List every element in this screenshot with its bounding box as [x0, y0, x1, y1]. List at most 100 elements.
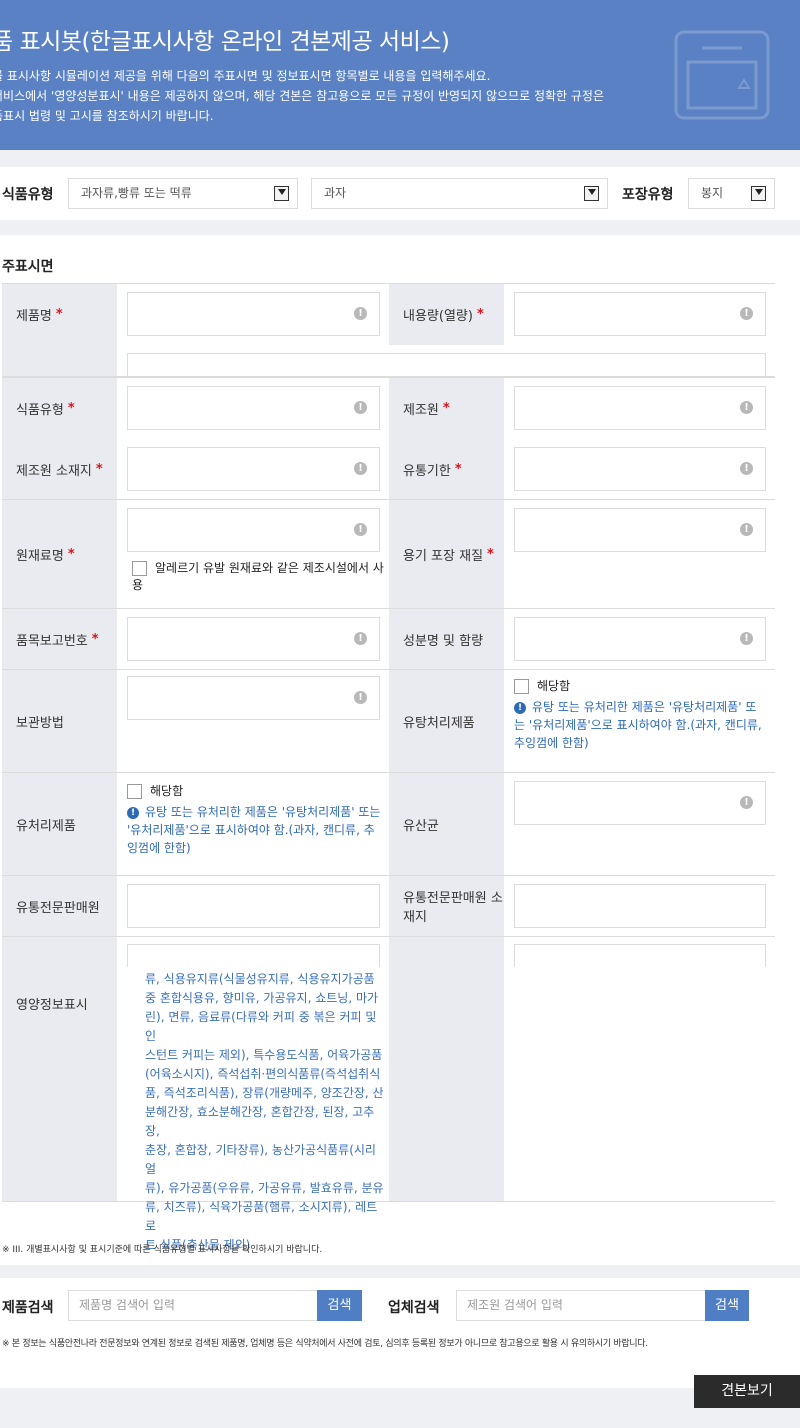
- allergy-checkbox-label: 알레르기 유발 원재료와 같은 제조시설에서 사용: [132, 561, 384, 592]
- lactic-label: 유산균: [389, 773, 504, 875]
- partial-input[interactable]: [127, 944, 380, 967]
- package-type-label: 포장유형: [622, 187, 674, 203]
- label-text: 제조원: [403, 403, 439, 418]
- exclamation-icon: !: [740, 307, 753, 320]
- required-mark: *: [487, 546, 494, 562]
- page-banner: 품 표시봇(한글표시사항 온라인 견본제공 서비스) 를 표시사항 시뮬레이션 …: [0, 0, 800, 150]
- cell: 류, 식용유지류(식물성유지류, 식용유지가공품 중 혼합식용유, 향미유, 가…: [117, 937, 389, 1252]
- checkbox-label: 해당함: [150, 784, 184, 798]
- volume-input[interactable]: !: [514, 292, 766, 336]
- required-mark: *: [454, 461, 462, 477]
- label-text: 영양정보표시: [16, 998, 88, 1013]
- cell: !: [117, 609, 389, 669]
- allergy-checkbox-row[interactable]: 알레르기 유발 원재료와 같은 제조시설에서 사용: [132, 559, 389, 593]
- required-mark: *: [476, 307, 484, 322]
- partial-input[interactable]: [514, 944, 766, 967]
- sugar-processed-checkbox[interactable]: [514, 679, 529, 694]
- sub-type-selected: 과자: [324, 186, 347, 200]
- page-description: 를 표시사항 시뮬레이션 제공을 위해 다음의 주표시면 및 정보표시면 항목별…: [0, 69, 605, 123]
- label-text: 유탕처리제품: [403, 715, 475, 731]
- ingredients-input[interactable]: !: [127, 508, 380, 552]
- label-text: 유통전문판매원: [16, 900, 100, 916]
- component-content-input[interactable]: !: [514, 617, 766, 661]
- footnote: ※ III. 개별표시사항 및 표시기준에 따른 식품유형별 표시사항을 확인하…: [2, 1245, 323, 1255]
- package-type-select[interactable]: 봉지: [688, 178, 775, 209]
- table-row: 원재료명 * ! 알레르기 유발 원재료와 같은 제조시설에서 사용 용기 포장 …: [2, 500, 775, 609]
- cell: !: [504, 378, 775, 439]
- label-text: 식품유형: [16, 403, 64, 418]
- food-type-input[interactable]: !: [127, 386, 380, 430]
- food-type-select[interactable]: 과자류,빵류 또는 떡류: [68, 178, 298, 209]
- container-material-label: 용기 포장 재질 *: [389, 500, 504, 608]
- cell: [504, 937, 775, 1201]
- company-search-button[interactable]: 검색: [705, 1290, 749, 1321]
- info-icon: !: [514, 702, 526, 714]
- allergy-checkbox[interactable]: [132, 561, 147, 576]
- expiry-input[interactable]: !: [514, 447, 766, 491]
- lactic-input[interactable]: !: [514, 781, 766, 825]
- storage-input[interactable]: !: [127, 676, 380, 720]
- label-text: 용기 포장 재질: [403, 548, 484, 564]
- exclamation-icon: !: [354, 307, 367, 320]
- required-mark: *: [95, 461, 103, 477]
- distributor-input[interactable]: [127, 884, 380, 928]
- oil-processed-label: 유처리제품: [2, 773, 117, 875]
- label-text: 유통기한: [403, 463, 451, 479]
- company-search-input[interactable]: 제조원 검색어 입력: [456, 1290, 706, 1321]
- product-name-label: 제품명 *: [2, 284, 117, 345]
- product-search-input[interactable]: 제품명 검색어 입력: [68, 1290, 318, 1321]
- volume-label: 내용량(열량) *: [389, 284, 504, 345]
- table-row: 유처리제품 해당함 ! 유탕 또는 유처리한 제품은 '유탕처리제품' 또는 '유…: [2, 773, 775, 876]
- report-number-input[interactable]: !: [127, 617, 380, 661]
- section-title: 주표시면: [2, 259, 54, 275]
- search-disclaimer: ※ 본 정보는 식품안전나라 전문정보와 연계된 정보로 검색된 제품명, 업체…: [2, 1339, 648, 1349]
- required-mark: *: [442, 401, 450, 416]
- label-text: 유통전문판매원 소재지: [403, 891, 503, 925]
- cell: !: [504, 284, 775, 345]
- food-type-field-label: 식품유형 *: [2, 378, 117, 439]
- cell: [117, 876, 389, 936]
- table-row: 식품유형 * ! 제조원 * !: [2, 377, 775, 440]
- exclamation-icon: !: [354, 401, 367, 414]
- sugar-processed-note: ! 유탕 또는 유처리한 제품은 '유탕처리제품' 또는 '유처리제품'으로 표시…: [514, 698, 766, 752]
- label-text: 보관방법: [16, 715, 64, 731]
- view-sample-button[interactable]: 견본보기: [694, 1375, 800, 1408]
- oil-processed-checkbox[interactable]: [127, 784, 142, 799]
- table-row: 영양정보표시 류, 식용유지류(식물성유지류, 식용유지가공품 중 혼합식용유,…: [2, 937, 775, 1252]
- report-number-label: 품목보고번호 *: [2, 609, 117, 669]
- cell: !: [504, 609, 775, 669]
- oil-processed-checkbox-row[interactable]: 해당함: [127, 782, 183, 799]
- oil-processed-note: ! 유탕 또는 유처리한 제품은 '유탕처리제품' 또는 '유처리제품'으로 표시…: [127, 803, 382, 857]
- table-row: 유통전문판매원 유통전문판매원 소재지: [2, 876, 775, 937]
- chevron-down-icon: [584, 186, 599, 201]
- product-search-button[interactable]: 검색: [317, 1290, 362, 1321]
- note-text: 유탕 또는 유처리한 제품은 '유탕처리제품' 또는 '유처리제품'으로 표시하…: [514, 700, 762, 750]
- cell: !: [504, 439, 775, 499]
- extra-input[interactable]: [127, 353, 766, 376]
- required-mark: *: [91, 631, 99, 647]
- label-document-icon: [674, 30, 770, 120]
- table-row: [2, 345, 775, 377]
- checkbox-label: 해당함: [537, 679, 571, 693]
- label-text: 유산균: [403, 818, 439, 834]
- table-row: 보관방법 ! 유탕처리제품 해당함 ! 유탕 또는 유처리한 제품은 '유탕처리제…: [2, 670, 775, 773]
- sugar-processed-checkbox-row[interactable]: 해당함: [514, 677, 570, 694]
- label-text: 내용량(열량): [403, 309, 473, 324]
- label-text: 제품명: [16, 309, 52, 324]
- container-material-input[interactable]: !: [514, 508, 766, 552]
- label-text: 원재료명: [16, 548, 64, 564]
- cell: 해당함 ! 유탕 또는 유처리한 제품은 '유탕처리제품' 또는 '유처리제품'으…: [117, 773, 389, 875]
- nutrition-label: 영양정보표시: [2, 937, 117, 1201]
- table-row: 제조원 소재지 * ! 유통기한 * !: [2, 439, 775, 500]
- distributor-address-input[interactable]: [514, 884, 766, 928]
- manufacturer-address-input[interactable]: !: [127, 447, 380, 491]
- cell: [117, 345, 775, 376]
- form-table: 제품명 * ! 내용량(열량) * ! 식품유형 * ! 제조원 * ! 제조원 소재지…: [2, 283, 775, 1252]
- manufacturer-address-label: 제조원 소재지 *: [2, 439, 117, 499]
- sub-type-select[interactable]: 과자: [311, 178, 608, 209]
- manufacturer-input[interactable]: !: [514, 386, 766, 430]
- ingredients-label: 원재료명 *: [2, 500, 117, 608]
- table-row: 품목보고번호 * ! 성분명 및 함량 !: [2, 609, 775, 670]
- cell: !: [117, 378, 389, 439]
- product-name-input[interactable]: !: [127, 292, 380, 336]
